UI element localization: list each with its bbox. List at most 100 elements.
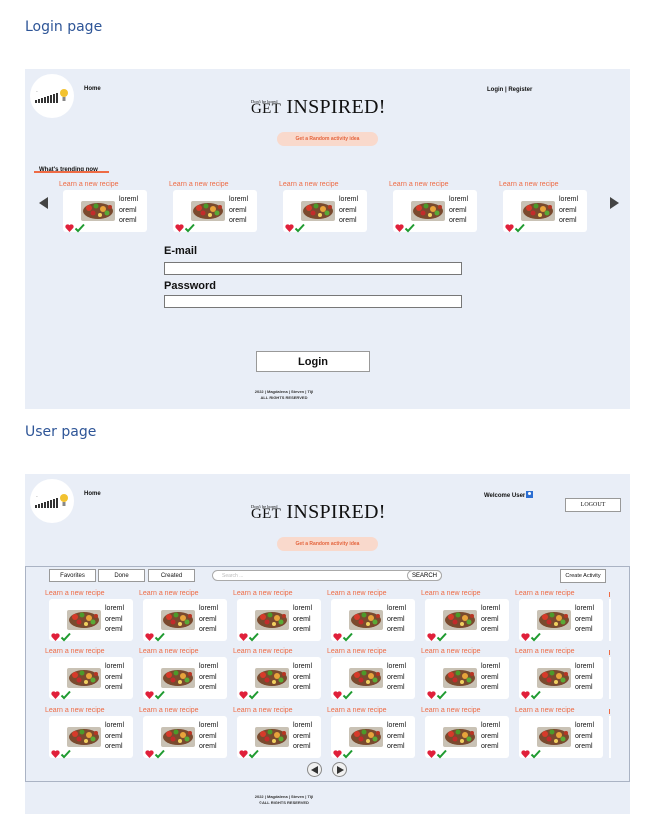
card-title[interactable]: Learn a new recipe bbox=[421, 707, 481, 714]
recipe-card[interactable]: Learn a new recipe loreml oreml oreml bbox=[515, 648, 603, 700]
card-actions[interactable] bbox=[333, 629, 355, 647]
nav-home-link[interactable]: Home bbox=[84, 86, 101, 92]
card-title[interactable]: Learn a new recipe bbox=[233, 590, 293, 597]
random-activity-button[interactable]: Get a Random activity idea bbox=[277, 132, 378, 146]
card-actions[interactable] bbox=[333, 687, 355, 705]
card-title[interactable]: Learn a new recipe bbox=[45, 707, 105, 714]
recipe-card[interactable]: Learn a new recipe loreml oreml oreml bbox=[233, 707, 321, 759]
card-actions[interactable] bbox=[521, 687, 543, 705]
recipe-card[interactable]: Learn a new recipe loreml oreml oreml bbox=[421, 707, 509, 759]
card-actions[interactable] bbox=[51, 629, 73, 647]
card-actions[interactable] bbox=[427, 746, 449, 764]
card-title[interactable]: Learn a new recipe bbox=[327, 648, 387, 655]
card-title[interactable]: Learn a new recipe bbox=[327, 707, 387, 714]
card-text: loreml oreml oreml bbox=[481, 604, 500, 636]
card-title[interactable]: Learn a new recipe bbox=[169, 181, 229, 188]
recipe-card[interactable]: Learn a new recipe loreml oreml oreml bbox=[499, 181, 587, 233]
recipe-card[interactable]: Learn a new recipe loreml oreml oreml bbox=[139, 590, 227, 642]
recipe-card[interactable]: Learn a new recipe loreml oreml oreml bbox=[327, 648, 415, 700]
carousel-prev-icon[interactable] bbox=[39, 197, 48, 209]
card-actions[interactable] bbox=[65, 220, 87, 238]
card-title[interactable]: Learn a new recipe bbox=[233, 648, 293, 655]
site-logo[interactable]: ~ bbox=[30, 479, 74, 523]
login-register-link[interactable]: Login | Register bbox=[487, 87, 532, 93]
card-title[interactable]: Learn a new recipe bbox=[45, 590, 105, 597]
card-actions[interactable] bbox=[175, 220, 197, 238]
card-text-line: oreml bbox=[575, 615, 593, 623]
card-title[interactable]: Learn a new recipe bbox=[499, 181, 559, 188]
random-activity-button[interactable]: Get a Random activity idea bbox=[277, 537, 378, 551]
heart-icon bbox=[427, 633, 436, 641]
card-text-line: loreml bbox=[339, 196, 359, 203]
checkmark-icon bbox=[514, 223, 525, 233]
recipe-card[interactable]: Learn a new recipe loreml oreml oreml bbox=[45, 590, 133, 642]
recipe-card[interactable]: Learn a new recipe loreml oreml oreml bbox=[59, 181, 147, 233]
card-text-line: oreml bbox=[105, 684, 123, 691]
card-title[interactable]: Learn a new recipe bbox=[279, 181, 339, 188]
recipe-card[interactable]: Learn a new recipe loreml oreml oreml bbox=[45, 707, 133, 759]
welcome-text: Welcome User bbox=[484, 493, 526, 499]
nav-home-link[interactable]: Home bbox=[84, 491, 101, 497]
recipe-card[interactable]: Learn a new recipe loreml oreml oreml bbox=[515, 707, 603, 759]
site-logo[interactable]: ~ bbox=[30, 74, 74, 118]
card-actions[interactable] bbox=[51, 746, 73, 764]
card-text-line: oreml bbox=[575, 743, 593, 750]
card-text-line: oreml bbox=[575, 673, 593, 681]
card-actions[interactable] bbox=[145, 629, 167, 647]
card-title[interactable]: Learn a new recipe bbox=[59, 181, 119, 188]
card-actions[interactable] bbox=[145, 746, 167, 764]
recipe-card[interactable]: Learn a new recipe loreml oreml oreml bbox=[139, 648, 227, 700]
card-text: loreml oreml oreml bbox=[105, 721, 124, 753]
card-actions[interactable] bbox=[395, 220, 417, 238]
recipe-card[interactable]: Learn a new recipe loreml oreml oreml bbox=[515, 590, 603, 642]
recipe-card[interactable]: Learn a new recipe loreml oreml oreml bbox=[389, 181, 477, 233]
card-actions[interactable] bbox=[239, 629, 261, 647]
card-actions[interactable] bbox=[505, 220, 527, 238]
card-actions[interactable] bbox=[285, 220, 307, 238]
card-text-line: oreml bbox=[105, 615, 123, 623]
recipe-card[interactable]: Learn a new recipe loreml oreml oreml bbox=[421, 590, 509, 642]
card-text: loreml oreml oreml bbox=[387, 662, 406, 694]
card-actions[interactable] bbox=[427, 629, 449, 647]
carousel-next-icon[interactable] bbox=[610, 197, 619, 209]
recipe-card[interactable]: Learn a new recipe loreml oreml oreml bbox=[327, 707, 415, 759]
recipe-card[interactable]: Learn a new recipe loreml oreml oreml bbox=[139, 707, 227, 759]
logout-button[interactable]: LOGOUT bbox=[565, 498, 621, 512]
card-actions[interactable] bbox=[239, 687, 261, 705]
card-text-line: oreml bbox=[559, 217, 577, 224]
card-title[interactable]: Learn a new recipe bbox=[515, 707, 575, 714]
card-title[interactable]: Learn a new recipe bbox=[421, 590, 481, 597]
card-title[interactable]: Learn a new recipe bbox=[139, 648, 199, 655]
card-actions[interactable] bbox=[521, 746, 543, 764]
user-icon[interactable] bbox=[526, 491, 534, 498]
card-title[interactable]: Learn a new recipe bbox=[233, 707, 293, 714]
card-title[interactable]: Learn a new recipe bbox=[327, 590, 387, 597]
card-actions[interactable] bbox=[333, 746, 355, 764]
card-title[interactable]: Learn a new recipe bbox=[421, 648, 481, 655]
recipe-card[interactable]: Learn a new recipe loreml oreml oreml bbox=[45, 648, 133, 700]
password-field[interactable] bbox=[164, 295, 462, 308]
card-title[interactable]: Learn a new recipe bbox=[515, 590, 575, 597]
card-title[interactable]: Learn a new recipe bbox=[139, 707, 199, 714]
heart-icon bbox=[239, 750, 248, 758]
card-actions[interactable] bbox=[51, 687, 73, 705]
card-actions[interactable] bbox=[521, 629, 543, 647]
recipe-card[interactable]: Learn a new recipe loreml oreml oreml bbox=[169, 181, 257, 233]
card-title[interactable]: Learn a new recipe bbox=[45, 648, 105, 655]
card-actions[interactable] bbox=[145, 687, 167, 705]
card-title[interactable]: Learn a new recipe bbox=[139, 590, 199, 597]
card-title[interactable]: Learn a new recipe bbox=[389, 181, 449, 188]
card-actions[interactable] bbox=[239, 746, 261, 764]
card-text-line: oreml bbox=[105, 732, 123, 740]
recipe-card[interactable]: Learn a new recipe loreml oreml oreml bbox=[327, 590, 415, 642]
email-field[interactable] bbox=[164, 262, 462, 275]
recipe-card[interactable]: Learn a new recipe loreml oreml oreml bbox=[279, 181, 367, 233]
user-footer-rights: ©ALL RIGHTS RESERVED bbox=[259, 799, 309, 805]
recipe-card[interactable]: Learn a new recipe loreml oreml oreml bbox=[233, 590, 321, 642]
recipe-card[interactable]: Learn a new recipe loreml oreml oreml bbox=[233, 648, 321, 700]
login-button[interactable]: Login bbox=[256, 351, 370, 372]
card-title[interactable]: Learn a new recipe bbox=[515, 648, 575, 655]
card-actions[interactable] bbox=[427, 687, 449, 705]
recipe-card[interactable]: Learn a new recipe loreml oreml oreml bbox=[421, 648, 509, 700]
card-text-line: oreml bbox=[293, 684, 311, 691]
